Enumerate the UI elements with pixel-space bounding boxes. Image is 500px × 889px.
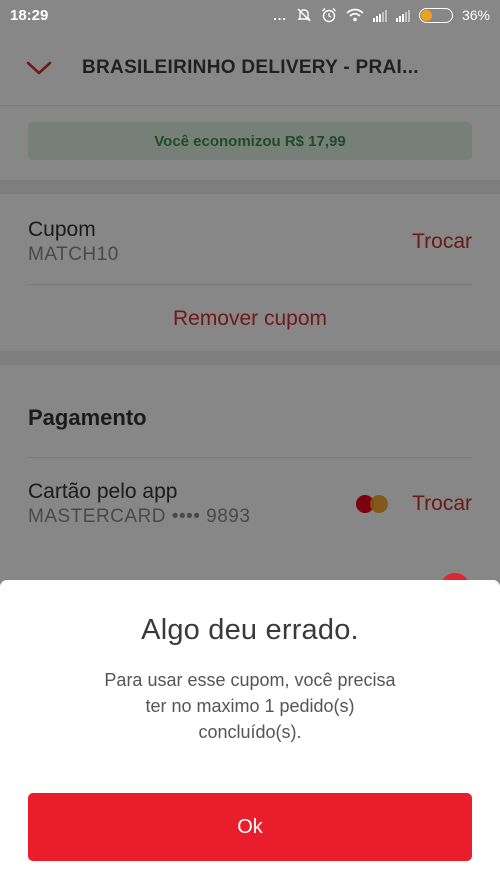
- ok-button[interactable]: Ok: [28, 793, 472, 861]
- error-dialog: Algo deu errado. Para usar esse cupom, v…: [0, 580, 500, 889]
- dialog-message: Para usar esse cupom, você precisa ter n…: [104, 670, 396, 742]
- signal-icon: [372, 9, 387, 22]
- dialog-title: Algo deu errado.: [141, 614, 359, 646]
- more-dots-icon: ...: [273, 7, 287, 23]
- signal-icon-2: [395, 9, 410, 22]
- wifi-icon: [346, 8, 364, 22]
- battery-icon: [418, 7, 453, 23]
- mute-icon: [297, 8, 311, 22]
- status-icons: ... 36%: [273, 7, 490, 23]
- battery-percent: 36%: [461, 7, 490, 23]
- alarm-icon: [321, 8, 336, 23]
- status-time: 18:29: [10, 6, 49, 24]
- status-bar: 18:29 ... 36%: [0, 0, 500, 30]
